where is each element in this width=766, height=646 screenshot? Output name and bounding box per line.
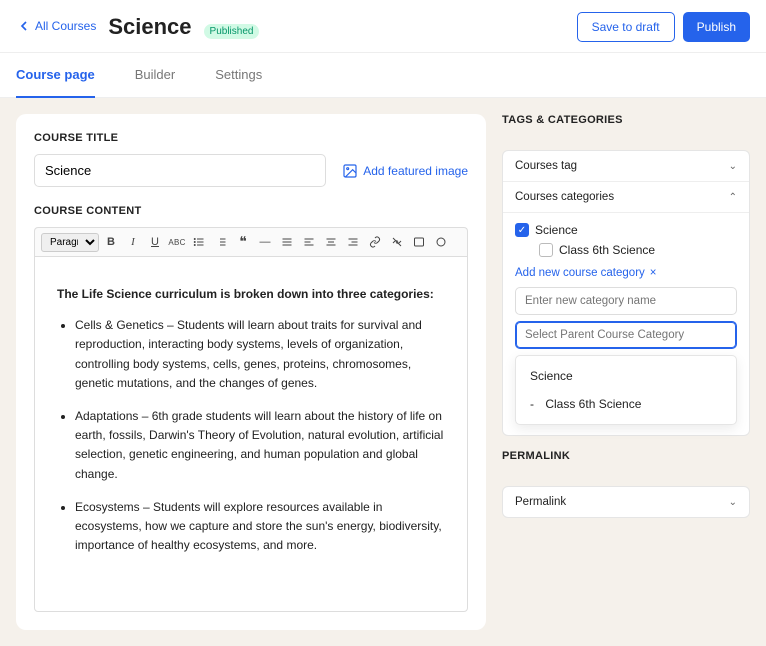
courses-categories-row[interactable]: Courses categories ⌃ bbox=[503, 182, 749, 213]
category-checkbox-class6[interactable] bbox=[539, 243, 553, 257]
tags-section-label: TAGS & CATEGORIES bbox=[502, 114, 750, 126]
courses-tag-row[interactable]: Courses tag ⌄ bbox=[503, 151, 749, 182]
ordered-list-button[interactable] bbox=[211, 232, 231, 252]
publish-button[interactable]: Publish bbox=[683, 12, 750, 42]
new-category-input[interactable] bbox=[515, 287, 737, 315]
category-label: Science bbox=[535, 223, 578, 237]
tags-categories-panel: Courses tag ⌄ Courses categories ⌃ ✓ Sci… bbox=[502, 150, 750, 436]
tab-settings[interactable]: Settings bbox=[215, 53, 262, 97]
featured-link-text: Add featured image bbox=[363, 164, 468, 178]
parent-category-dropdown: Science Class 6th Science bbox=[515, 355, 737, 425]
editor-toolbar: Paragraph B I U ABC ❝ — bbox=[34, 227, 468, 256]
chevron-left-icon bbox=[16, 18, 32, 34]
category-checkbox-science[interactable]: ✓ bbox=[515, 223, 529, 237]
content-bullet: Cells & Genetics – Students will learn a… bbox=[75, 316, 445, 393]
permalink-section-label: PERMALINK bbox=[502, 450, 750, 462]
unordered-list-button[interactable] bbox=[189, 232, 209, 252]
dropdown-option-science[interactable]: Science bbox=[516, 362, 736, 390]
underline-button[interactable]: U bbox=[145, 232, 165, 252]
chevron-up-icon: ⌃ bbox=[729, 192, 737, 203]
content-lead: The Life Science curriculum is broken do… bbox=[57, 285, 445, 304]
courses-tag-label: Courses tag bbox=[515, 160, 577, 172]
chevron-down-icon: ⌄ bbox=[729, 497, 737, 508]
category-label: Class 6th Science bbox=[559, 243, 655, 257]
align-center-button[interactable] bbox=[321, 232, 341, 252]
chevron-down-icon: ⌄ bbox=[729, 161, 737, 172]
add-featured-image-link[interactable]: Add featured image bbox=[342, 163, 468, 179]
save-draft-button[interactable]: Save to draft bbox=[577, 12, 675, 42]
align-left-button[interactable] bbox=[299, 232, 319, 252]
strikethrough-button[interactable]: ABC bbox=[167, 232, 187, 252]
content-bullet: Ecosystems – Students will explore resou… bbox=[75, 498, 445, 556]
status-badge: Published bbox=[204, 24, 260, 39]
courses-categories-label: Courses categories bbox=[515, 191, 614, 203]
parent-category-select[interactable] bbox=[515, 321, 737, 349]
link-button[interactable] bbox=[365, 232, 385, 252]
back-link[interactable]: All Courses bbox=[16, 18, 96, 34]
content-bullet: Adaptations – 6th grade students will le… bbox=[75, 407, 445, 484]
format-select[interactable]: Paragraph bbox=[41, 233, 99, 252]
quote-button[interactable]: ❝ bbox=[233, 232, 253, 252]
outdent-button[interactable] bbox=[277, 232, 297, 252]
code-button[interactable] bbox=[431, 232, 451, 252]
categories-body: ✓ Science Class 6th Science Add new cour… bbox=[503, 213, 749, 435]
bold-button[interactable]: B bbox=[101, 232, 121, 252]
italic-button[interactable]: I bbox=[123, 232, 143, 252]
editor-body[interactable]: The Life Science curriculum is broken do… bbox=[34, 256, 468, 612]
back-label: All Courses bbox=[35, 19, 96, 33]
media-button[interactable] bbox=[409, 232, 429, 252]
close-icon[interactable]: × bbox=[650, 267, 657, 279]
tab-builder[interactable]: Builder bbox=[135, 53, 175, 97]
permalink-row[interactable]: Permalink ⌄ bbox=[503, 487, 749, 517]
align-right-button[interactable] bbox=[343, 232, 363, 252]
course-content-label: COURSE CONTENT bbox=[34, 205, 468, 217]
add-category-link[interactable]: Add new course category × bbox=[515, 267, 737, 279]
unlink-button[interactable] bbox=[387, 232, 407, 252]
tabs: Course page Builder Settings bbox=[0, 53, 766, 98]
hr-button[interactable]: — bbox=[255, 232, 275, 252]
permalink-label: Permalink bbox=[515, 496, 566, 508]
dropdown-option-class6[interactable]: Class 6th Science bbox=[516, 390, 736, 418]
page-title: Science bbox=[108, 14, 191, 40]
course-title-label: COURSE TITLE bbox=[34, 132, 468, 144]
image-icon bbox=[342, 163, 358, 179]
tab-course-page[interactable]: Course page bbox=[16, 53, 95, 98]
main-card: COURSE TITLE Add featured image COURSE C… bbox=[16, 114, 486, 630]
course-title-input[interactable] bbox=[34, 154, 326, 187]
